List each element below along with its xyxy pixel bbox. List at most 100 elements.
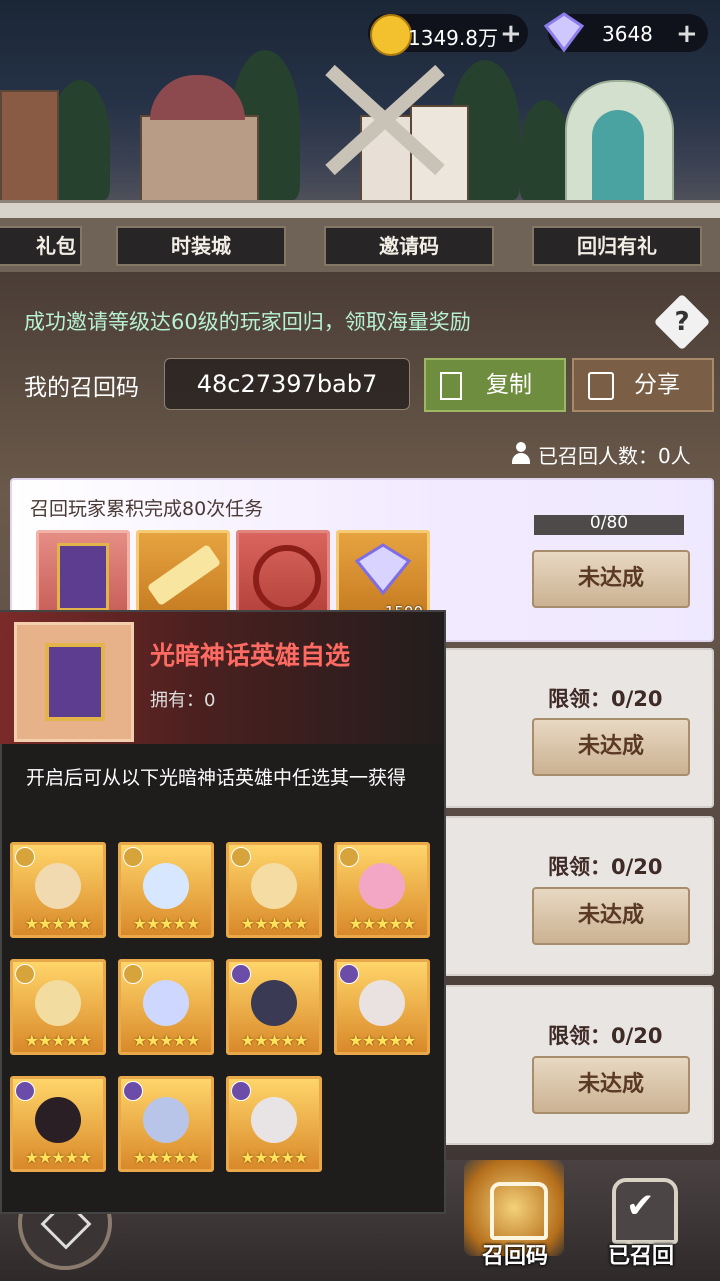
tab-bar: 礼包 时装城 邀请码 回归有礼 [0, 218, 720, 272]
nav-recall-code[interactable]: 召回码 [460, 1160, 570, 1270]
gold-currency: 1349.8万 + [368, 14, 528, 56]
gold-coin-icon [370, 14, 412, 56]
code-label: 我的召回码 [24, 375, 139, 401]
element-badge-icon [15, 964, 35, 984]
copy-button[interactable]: 复制 [424, 358, 566, 412]
element-badge-icon [231, 847, 251, 867]
claim-button[interactable]: 未达成 [532, 887, 690, 945]
task-progress-text: 0/80 [589, 513, 629, 533]
hero-portrait [143, 863, 189, 909]
gem-amount: 3648 [602, 22, 653, 46]
hero-portrait [359, 863, 405, 909]
claim-button[interactable]: 未达成 [532, 550, 690, 608]
invite-hint: 成功邀请等级达60级的玩家回归，领取海量奖励 [24, 310, 471, 334]
check-shield-icon: ✔ [612, 1178, 678, 1244]
windmill-icon [325, 64, 445, 176]
star-rating: ★★★★★ [132, 1148, 201, 1167]
star-rating: ★★★★★ [240, 914, 309, 933]
element-badge-icon [339, 847, 359, 867]
star-rating: ★★★★★ [24, 1148, 93, 1167]
tab-label: 时装城 [171, 234, 231, 258]
hero-portrait [251, 1097, 297, 1143]
tab-invite-code[interactable]: 邀请码 [324, 226, 494, 266]
hero-option[interactable]: ★★★★★ [226, 1076, 322, 1172]
hero-option[interactable]: ★★★★★ [118, 959, 214, 1055]
claim-limit: 限领：0/20 [548, 1024, 663, 1048]
hero-option[interactable]: ★★★★★ [334, 959, 430, 1055]
person-icon [512, 442, 530, 464]
tab-gift[interactable]: 礼包 [0, 226, 82, 266]
star-rating: ★★★★★ [24, 1031, 93, 1050]
tab-label: 邀请码 [379, 234, 439, 258]
claim-limit: 限领：0/20 [548, 687, 663, 711]
share-button[interactable]: 分享 [572, 358, 714, 412]
tab-fashion[interactable]: 时装城 [116, 226, 286, 266]
share-label: 分享 [634, 372, 680, 398]
gem-icon [354, 543, 412, 596]
nav-recall-code-label: 召回码 [481, 1244, 548, 1269]
hero-option[interactable]: ★★★★★ [226, 959, 322, 1055]
star-rating: ★★★★★ [132, 914, 201, 933]
star-rating: ★★★★★ [348, 914, 417, 933]
reward-ring-item[interactable] [236, 530, 330, 622]
copy-label: 复制 [486, 372, 532, 398]
claim-button[interactable]: 未达成 [532, 718, 690, 776]
hero-option[interactable]: ★★★★★ [118, 1076, 214, 1172]
hero-option[interactable]: ★★★★★ [334, 842, 430, 938]
element-badge-icon [123, 964, 143, 984]
ring-icon [253, 545, 321, 613]
hero-portrait [143, 980, 189, 1026]
hero-portrait [251, 863, 297, 909]
star-rating: ★★★★★ [240, 1148, 309, 1167]
hero-portrait [35, 1097, 81, 1143]
share-icon [588, 372, 614, 400]
popup-title: 光暗神话英雄自选 [150, 641, 351, 670]
element-badge-icon [123, 847, 143, 867]
star-rating: ★★★★★ [132, 1031, 201, 1050]
popup-item-icon [14, 622, 134, 742]
hero-option[interactable]: ★★★★★ [10, 1076, 106, 1172]
hero-portrait [359, 980, 405, 1026]
help-icon: ? [674, 307, 690, 337]
element-badge-icon [15, 847, 35, 867]
element-badge-icon [123, 1081, 143, 1101]
element-badge-icon [339, 964, 359, 984]
reward-hero-card-item[interactable] [36, 530, 130, 622]
recall-code-field: 48c27397bab7 [164, 358, 410, 410]
reward-title-item[interactable] [136, 530, 230, 622]
reward-gem-item[interactable]: 1500 [336, 530, 430, 622]
star-rating: ★★★★★ [240, 1031, 309, 1050]
element-badge-icon [231, 964, 251, 984]
hero-portrait [143, 1097, 189, 1143]
hero-option[interactable]: ★★★★★ [226, 842, 322, 938]
hero-portrait [35, 863, 81, 909]
claim-button[interactable]: 未达成 [532, 1056, 690, 1114]
element-badge-icon [231, 1081, 251, 1101]
copy-icon [440, 372, 462, 400]
tab-return-gift[interactable]: 回归有礼 [532, 226, 702, 266]
popup-owned: 拥有：0 [150, 690, 216, 711]
star-rating: ★★★★★ [348, 1031, 417, 1050]
claim-limit: 限领：0/20 [548, 855, 663, 879]
gold-amount: 1349.8万 [408, 26, 498, 50]
hero-option[interactable]: ★★★★★ [10, 959, 106, 1055]
hero-option[interactable]: ★★★★★ [118, 842, 214, 938]
chest-icon [490, 1182, 548, 1240]
popup-description: 开启后可从以下光暗神话英雄中任选其一获得 [26, 767, 407, 789]
tab-label: 回归有礼 [577, 234, 657, 258]
hero-card-icon [45, 643, 105, 721]
gem-icon [543, 12, 585, 53]
hero-option[interactable]: ★★★★★ [10, 842, 106, 938]
nav-recalled-label: 已召回 [607, 1244, 674, 1269]
card-icon [57, 543, 109, 611]
hero-portrait [35, 980, 81, 1026]
tab-label: 礼包 [36, 234, 76, 258]
gem-currency: 3648 + [543, 12, 708, 53]
element-badge-icon [15, 1081, 35, 1101]
recalled-count: 已召回人数：0人 [538, 444, 691, 468]
nav-recalled[interactable]: ✔ 已召回 [586, 1170, 696, 1270]
scroll-icon [146, 543, 222, 607]
add-gold-button[interactable]: + [500, 19, 522, 49]
add-gems-button[interactable]: + [676, 19, 698, 49]
hero-portrait [251, 980, 297, 1026]
